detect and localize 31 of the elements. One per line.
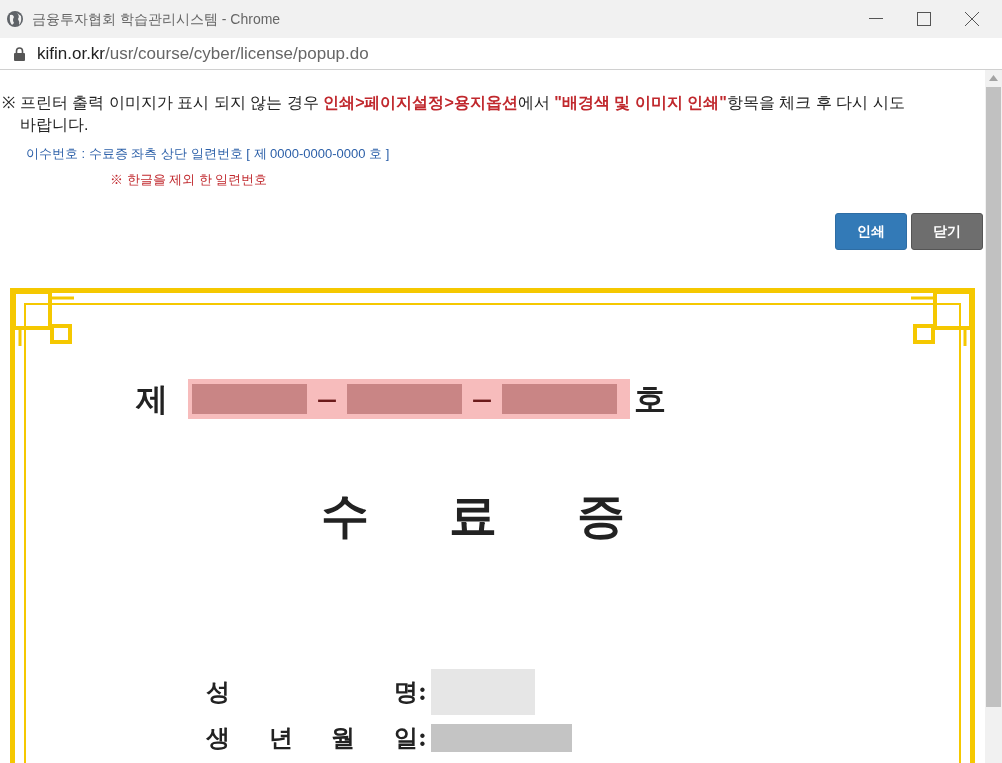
certificate-title: 료 (448, 486, 497, 545)
print-button[interactable]: 인쇄 (835, 213, 907, 250)
scroll-up-icon (989, 75, 998, 81)
field-label: 성 (206, 676, 230, 708)
maximize-icon (917, 12, 931, 26)
field-label: 월 (331, 722, 356, 754)
field-label: 년 (268, 722, 293, 754)
lock-icon (14, 46, 25, 61)
scrollbar-thumb[interactable] (986, 87, 1001, 707)
certificate-title: 증 (576, 486, 625, 545)
field-label: 생 (206, 722, 230, 754)
close-icon (965, 12, 979, 26)
serial-number-hint: 이수번호 : 수료증 좌측 상단 일련번호 [ 제 0000-0000-0000 호 ] (26, 145, 390, 163)
print-notice: 프린터 출력 이미지가 표시 되지 않는 경우 인쇄>페이지설정>용지옵션에서 "배경색 및 이미지 인쇄"항목을 체크 후 다시 시도 바랍니다. (20, 93, 906, 135)
scrollbar[interactable] (985, 70, 1002, 763)
field-colon: : (418, 722, 427, 754)
url-text: kifin.or.kr/usr/course/cyber/license/popup.do (37, 42, 369, 65)
field-label: 일 (393, 722, 418, 754)
number-suffix: 호 (634, 379, 666, 420)
minimize-icon (869, 18, 883, 20)
number-prefix: 제 (136, 379, 168, 420)
serial-number-note: ※ 한글을 제외 한 일련번호 (110, 170, 268, 189)
close-page-button[interactable]: 닫기 (911, 213, 983, 250)
certificate-title: 수 (320, 486, 369, 545)
field-colon: : (418, 676, 427, 708)
number-dash: — (317, 386, 337, 413)
window-title: 금융투자협회 학습관리시스템 - Chrome (32, 9, 281, 29)
field-label: 명 (394, 676, 418, 708)
globe-icon (6, 10, 24, 28)
number-dash: — (472, 386, 492, 413)
notice-mark: ※ (2, 93, 16, 113)
